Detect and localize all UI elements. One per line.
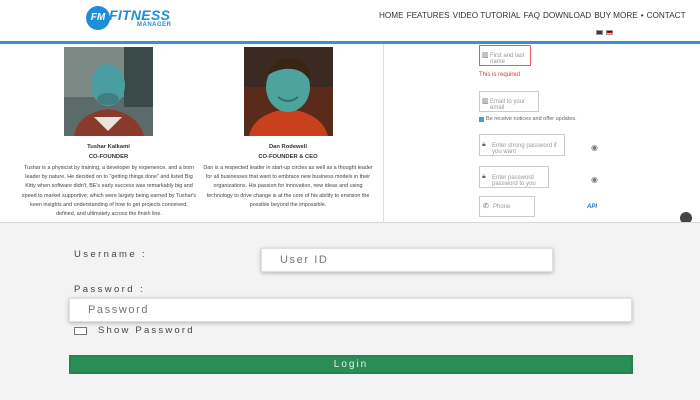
page: FM FITNESS MANAGER HOME FEATURES VIDEO T… (0, 0, 700, 400)
checkbox-icon[interactable] (479, 116, 484, 122)
logo-wordmark: FITNESS (109, 7, 171, 23)
team-section: Tushar Kalkami CO-FOUNDER Tushar is a ph… (0, 44, 384, 222)
phone-icon: ✆ (483, 203, 489, 210)
nav-buy-more[interactable]: BUY MORE (594, 11, 638, 20)
de-flag-icon[interactable] (606, 30, 613, 35)
name-field[interactable]: ▥ First and last name (479, 45, 531, 66)
password-placeholder: Enter strong password if you want (492, 143, 557, 155)
logo[interactable]: FM FITNESS MANAGER (86, 6, 176, 32)
signup-panel: ▥ First and last name This is required ▥… (384, 44, 700, 222)
show-password-checkbox[interactable] (74, 327, 87, 335)
password-visibility-icon[interactable]: ◉ (591, 143, 598, 152)
email-hint: Be receive notices and offer updates. (479, 116, 577, 122)
email-placeholder: Email to your email (490, 99, 526, 111)
member-name: Tushar Kalkami (87, 144, 130, 150)
nav-home[interactable]: HOME (379, 11, 404, 20)
password-label: Password : (74, 284, 145, 295)
language-switcher (596, 30, 613, 35)
nav-video-tutorial[interactable]: VIDEO TUTORIAL (453, 11, 521, 20)
nav-faq[interactable]: FAQ (524, 11, 540, 20)
username-label: Username : (74, 249, 148, 260)
confirm-visibility-icon[interactable]: ◉ (591, 175, 598, 184)
member-photo-dan (244, 47, 333, 136)
mail-icon: ▥ (482, 98, 489, 105)
username-input[interactable] (261, 248, 553, 272)
api-label: API (587, 204, 598, 210)
member-role: CO-FOUNDER (88, 154, 129, 160)
nav-download[interactable]: DOWNLOAD (543, 11, 591, 20)
site-header: FM FITNESS MANAGER HOME FEATURES VIDEO T… (0, 0, 700, 44)
nav-contact[interactable]: CONTACT (647, 11, 686, 20)
email-field[interactable]: ▥ Email to your email (479, 91, 539, 112)
name-placeholder: First and last name (490, 53, 525, 65)
login-panel: Username : Password : Show Password Logi… (0, 222, 700, 400)
member-role: CO-FOUNDER & CEO (258, 154, 318, 160)
gb-flag-icon[interactable] (596, 30, 603, 35)
confirm-password-field[interactable]: 🔒︎ Enter password password to you (479, 166, 549, 188)
user-icon: ▥ (482, 52, 489, 59)
member-photo-tushar (64, 47, 153, 136)
main-nav: HOME FEATURES VIDEO TUTORIAL FAQ DOWNLOA… (379, 11, 686, 20)
member-bio: Tushar is a physicist by training, a dev… (21, 165, 197, 218)
phone-field[interactable]: ✆ Phone (479, 196, 535, 217)
logo-badge: FM (86, 6, 110, 30)
nav-separator: • (640, 11, 644, 20)
lock-icon: 🔒︎ (482, 141, 486, 148)
lock-icon: 🔒︎ (482, 173, 486, 180)
password-input[interactable] (69, 298, 632, 322)
password-field[interactable]: 🔒︎ Enter strong password if you want (479, 134, 565, 156)
phone-placeholder: Phone (493, 204, 511, 210)
show-password-label[interactable]: Show Password (98, 325, 195, 336)
nav-features[interactable]: FEATURES (407, 11, 450, 20)
logo-subtitle: MANAGER (137, 22, 172, 28)
confirm-placeholder: Enter password password to you (492, 175, 536, 187)
member-name: Dan Rodewell (268, 144, 307, 150)
login-button[interactable]: Login (69, 355, 633, 374)
member-bio: Dan is a respected leader in start-up ci… (203, 165, 373, 208)
name-error: This is required (479, 72, 521, 78)
